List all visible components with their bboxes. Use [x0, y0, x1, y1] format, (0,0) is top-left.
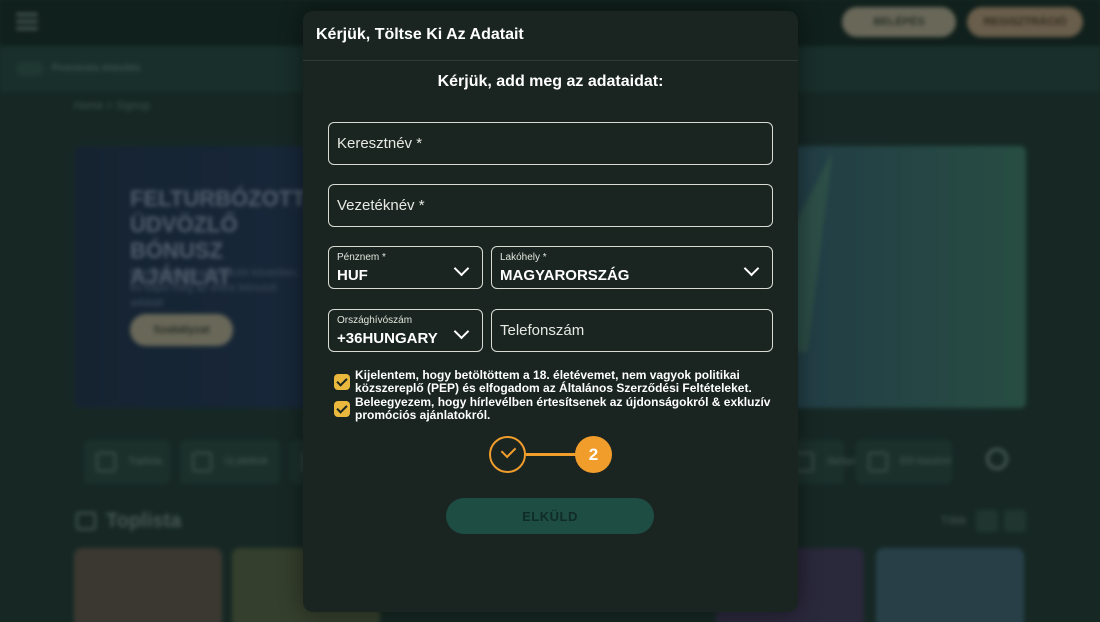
terms-checkbox[interactable]: [334, 374, 350, 390]
currency-select[interactable]: Pénznem * HUF: [328, 246, 483, 289]
country-code-label: Országhívószám: [337, 315, 413, 326]
chevron-down-icon: [453, 260, 470, 277]
newsletter-consent-label: Beleegyezem, hogy hírlevélben értesítsen…: [355, 395, 771, 422]
residence-label: Lakóhely *: [500, 252, 547, 263]
country-code-value: +36HUNGARY: [337, 330, 438, 347]
first-name-input[interactable]: [337, 123, 764, 164]
modal-title: Kérjük, Töltse Ki Az Adatait: [316, 26, 524, 43]
step-completed-check-icon: [489, 436, 526, 473]
residence-select[interactable]: Lakóhely * MAGYARORSZÁG: [491, 246, 773, 289]
registration-modal: Kérjük, Töltse Ki Az Adatait Kérjük, add…: [303, 11, 798, 612]
currency-label: Pénznem *: [337, 252, 386, 263]
phone-field[interactable]: [491, 309, 773, 352]
terms-consent-row[interactable]: Kijelentem, hogy betöltöttem a 18. életé…: [334, 369, 774, 397]
chevron-down-icon: [453, 323, 470, 340]
terms-consent-label: Kijelentem, hogy betöltöttem a 18. életé…: [355, 368, 752, 395]
last-name-input[interactable]: [337, 185, 764, 226]
step-current: 2: [575, 436, 612, 473]
newsletter-consent-row[interactable]: Beleegyezem, hogy hírlevélben értesítsen…: [334, 396, 774, 424]
chevron-down-icon: [743, 260, 760, 277]
submit-button[interactable]: ELKÜLD: [446, 498, 654, 534]
form-subtitle: Kérjük, add meg az adataidat:: [437, 73, 664, 90]
country-code-select[interactable]: Országhívószám +36HUNGARY: [328, 309, 483, 352]
newsletter-checkbox[interactable]: [334, 401, 350, 417]
step-connector: [526, 453, 576, 456]
modal-header: Kérjük, Töltse Ki Az Adatait: [303, 11, 798, 61]
residence-value: MAGYARORSZÁG: [500, 267, 630, 284]
step-indicator: 2: [489, 436, 612, 474]
last-name-field[interactable]: [328, 184, 773, 227]
phone-input[interactable]: [500, 310, 764, 351]
currency-value: HUF: [337, 267, 368, 284]
first-name-field[interactable]: [328, 122, 773, 165]
